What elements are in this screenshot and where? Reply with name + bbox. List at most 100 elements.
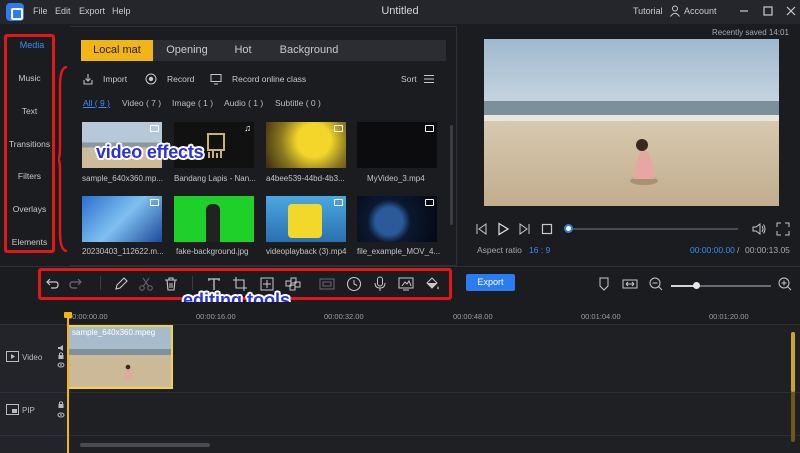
- annotation-bracket: [58, 66, 68, 252]
- media-item-name: a4bee539-44bd-4b3...: [266, 174, 345, 183]
- media-item-name: videoplayback (3).mp4: [266, 247, 347, 256]
- redo-icon[interactable]: [69, 276, 85, 292]
- playhead[interactable]: [67, 314, 69, 453]
- tab-hot[interactable]: Hot: [221, 40, 265, 61]
- marker-icon[interactable]: [596, 276, 612, 292]
- speed-icon[interactable]: [346, 276, 362, 292]
- zoom-out-icon[interactable]: [648, 276, 664, 292]
- playback-progress-track[interactable]: [568, 228, 738, 230]
- stop-icon[interactable]: [540, 222, 554, 236]
- menu-edit[interactable]: Edit: [55, 6, 71, 16]
- timeline-ruler[interactable]: [0, 302, 800, 324]
- edit-icon[interactable]: [113, 276, 129, 292]
- menu-file[interactable]: File: [33, 6, 48, 16]
- aspect-ratio-value[interactable]: 16 : 9: [529, 245, 550, 255]
- record-online-icon[interactable]: [210, 73, 222, 85]
- export-button[interactable]: Export: [466, 274, 515, 291]
- zoom-slider-handle[interactable]: [693, 282, 700, 289]
- saved-status: Recently saved 14:01: [712, 28, 789, 37]
- video-track-icon: [6, 351, 19, 362]
- prev-frame-icon[interactable]: [474, 222, 488, 236]
- ruler-tick-label: 00:00:00.00: [68, 312, 108, 321]
- sidebar-item-transitions[interactable]: Transitions: [4, 139, 55, 149]
- sidebar-item-text[interactable]: Text: [4, 106, 55, 116]
- tutorial-link[interactable]: Tutorial: [633, 6, 663, 16]
- clip-name: sample_640x360.mpeg: [72, 328, 156, 337]
- pip-icon[interactable]: [319, 276, 335, 292]
- user-icon[interactable]: [670, 5, 680, 17]
- record-button[interactable]: Record: [167, 74, 194, 84]
- total-time: 00:00:13.05: [745, 245, 790, 255]
- close-icon[interactable]: [784, 4, 798, 18]
- playback-progress-handle[interactable]: [564, 224, 573, 233]
- undo-icon[interactable]: [43, 276, 59, 292]
- delete-icon[interactable]: [163, 276, 179, 292]
- filter-subtitle[interactable]: Subtitle ( 0 ): [275, 98, 321, 108]
- voiceover-icon[interactable]: [372, 276, 388, 292]
- person-silhouette: [206, 204, 220, 242]
- pip-track[interactable]: [0, 392, 800, 435]
- sidebar-item-music[interactable]: Music: [4, 73, 55, 83]
- ruler-tick-label: 00:00:16.00: [196, 312, 236, 321]
- sort-icon[interactable]: [423, 73, 435, 85]
- import-button[interactable]: Import: [103, 74, 127, 84]
- maximize-icon[interactable]: [761, 4, 775, 18]
- filter-all[interactable]: All ( 9 ): [83, 98, 110, 108]
- time-separator: /: [737, 245, 740, 255]
- color-fill-icon[interactable]: [424, 276, 440, 292]
- video-preview: [484, 39, 779, 206]
- cut-icon[interactable]: [138, 276, 154, 292]
- media-item-thumb[interactable]: [82, 196, 162, 242]
- zoom-in-icon[interactable]: [777, 276, 793, 292]
- sidebar-item-filters[interactable]: Filters: [4, 171, 55, 181]
- screenshot-icon[interactable]: [398, 276, 414, 292]
- account-link[interactable]: Account: [684, 6, 717, 16]
- video-badge-icon: [150, 125, 159, 132]
- media-item-name: MyVideo_3.mp4: [367, 174, 425, 183]
- video-track-label: Video: [22, 353, 43, 362]
- filter-image[interactable]: Image ( 1 ): [172, 98, 213, 108]
- video-badge-icon: [425, 125, 434, 132]
- track-controls-icon[interactable]: [57, 399, 65, 425]
- media-item-thumb[interactable]: [266, 122, 346, 168]
- sidebar-item-elements[interactable]: Elements: [4, 237, 55, 247]
- video-effects-annotation: video effects: [96, 142, 204, 162]
- record-online-button[interactable]: Record online class: [232, 74, 306, 84]
- tab-background[interactable]: Background: [271, 40, 347, 61]
- beach-preview-image: [484, 39, 779, 206]
- media-item-name: Bandang Lapis - Nan...: [174, 174, 256, 183]
- fit-timeline-icon[interactable]: [622, 276, 638, 292]
- media-scrollbar[interactable]: [450, 125, 453, 225]
- minimize-icon[interactable]: [737, 4, 751, 18]
- video-badge-icon: [425, 199, 434, 206]
- filter-audio[interactable]: Audio ( 1 ): [224, 98, 263, 108]
- media-item-thumb[interactable]: [266, 196, 346, 242]
- sidebar-item-overlays[interactable]: Overlays: [4, 204, 55, 214]
- media-item-thumb[interactable]: [174, 196, 254, 242]
- music-note-icon: ♫: [244, 123, 251, 133]
- track-controls-icon[interactable]: [57, 344, 65, 370]
- timeline-vertical-scrollbar-thumb[interactable]: [791, 332, 795, 392]
- ruler-tick-label: 00:00:32.00: [324, 312, 364, 321]
- volume-icon[interactable]: [752, 222, 766, 236]
- record-icon[interactable]: [145, 73, 157, 85]
- media-item-thumb[interactable]: [357, 122, 437, 168]
- tab-local-mat[interactable]: Local mat: [81, 40, 153, 61]
- tab-opening[interactable]: Opening: [159, 40, 215, 61]
- video-clip[interactable]: sample_640x360.mpeg: [67, 325, 173, 389]
- menu-export[interactable]: Export: [79, 6, 105, 16]
- video-badge-icon: [334, 125, 343, 132]
- media-item-thumb[interactable]: [357, 196, 437, 242]
- menu-help[interactable]: Help: [112, 6, 131, 16]
- track-header: [0, 436, 68, 453]
- play-icon[interactable]: [496, 222, 510, 236]
- aspect-ratio-label: Aspect ratio: [477, 245, 522, 255]
- sort-button[interactable]: Sort: [401, 74, 417, 84]
- next-frame-icon[interactable]: [518, 222, 532, 236]
- timeline-horizontal-scrollbar[interactable]: [80, 443, 210, 447]
- toolbar-separator: [192, 276, 193, 290]
- fullscreen-icon[interactable]: [776, 222, 790, 236]
- import-icon[interactable]: [82, 73, 94, 85]
- ruler-tick-label: 00:00:48.00: [453, 312, 493, 321]
- filter-video[interactable]: Video ( 7 ): [122, 98, 161, 108]
